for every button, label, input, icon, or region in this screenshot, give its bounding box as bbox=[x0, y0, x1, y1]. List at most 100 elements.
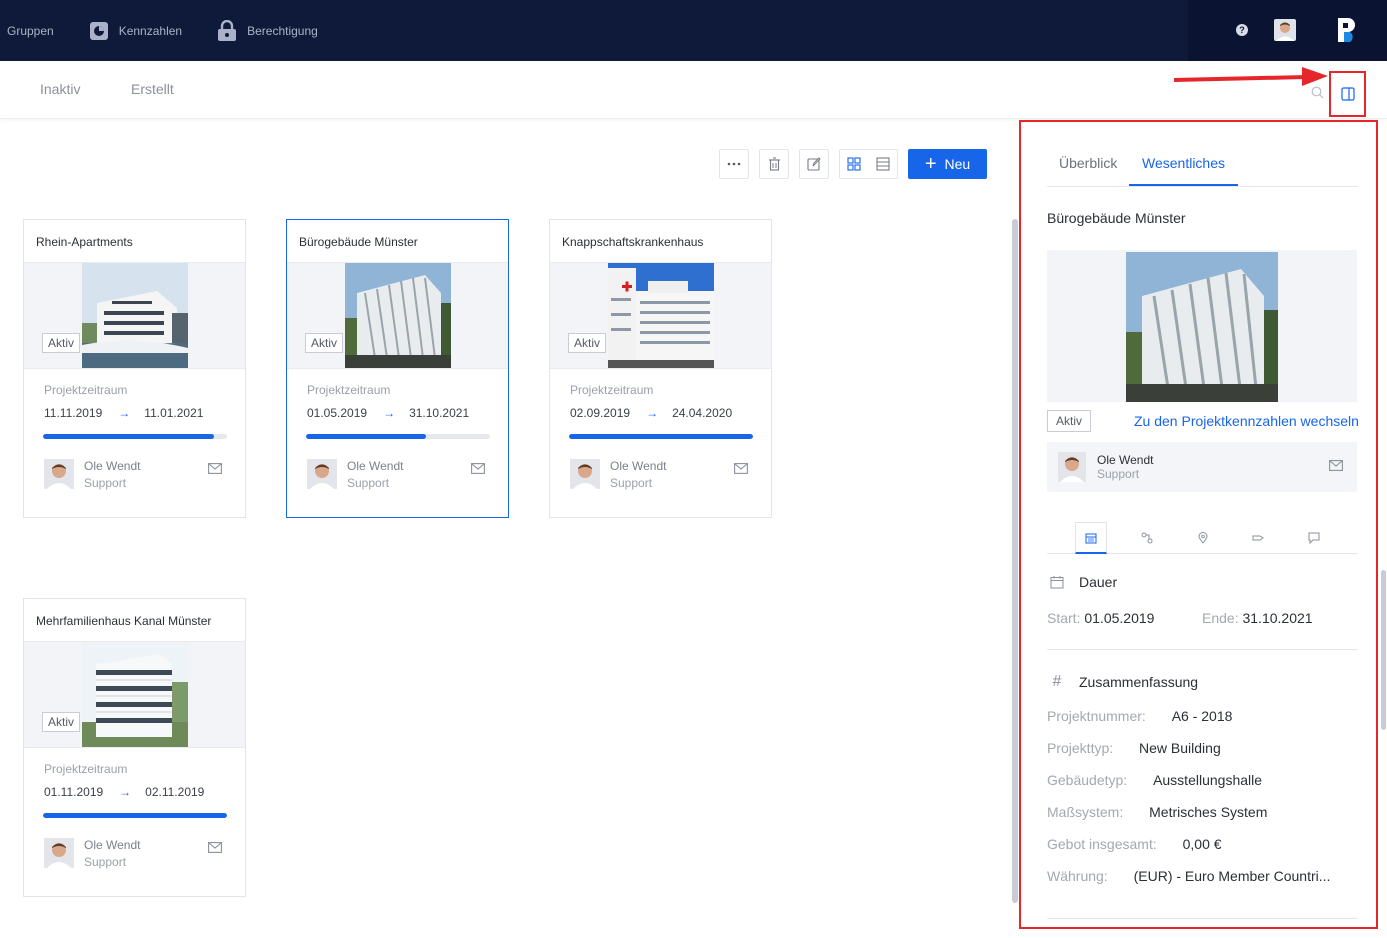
summary-value: 0,00 € bbox=[1182, 836, 1222, 852]
summary-key: Projektnummer: bbox=[1047, 708, 1146, 724]
panel-toggle-button[interactable] bbox=[1329, 71, 1366, 117]
person-role: Support bbox=[347, 476, 390, 490]
card-title: Bürogebäude Münster bbox=[287, 220, 508, 263]
start-field: Start: 01.05.2019 bbox=[1047, 610, 1154, 626]
nav-item-kennzahlen[interactable]: Kennzahlen bbox=[89, 21, 182, 41]
summary-value: Ausstellungshalle bbox=[1153, 772, 1263, 788]
tab-calendar[interactable] bbox=[1075, 522, 1107, 554]
grid-view-icon[interactable] bbox=[847, 157, 861, 171]
tab-connections[interactable] bbox=[1131, 522, 1163, 554]
start-value: 01.05.2019 bbox=[1084, 610, 1155, 626]
hash-icon: # bbox=[1052, 673, 1062, 690]
project-card[interactable]: Rhein-Apartments Aktiv Projektzeitraum 1… bbox=[23, 219, 246, 518]
responsible-person: Ole Wendt Support bbox=[307, 459, 487, 491]
start-date: 02.09.2019 bbox=[570, 406, 631, 420]
nav-item-gruppen[interactable]: Gruppen bbox=[7, 24, 54, 38]
comment-icon bbox=[1308, 532, 1320, 544]
summary-key: Währung: bbox=[1047, 868, 1108, 884]
user-avatar[interactable] bbox=[1274, 19, 1296, 41]
panel-scrollbar[interactable] bbox=[1381, 570, 1386, 730]
progress-bar bbox=[306, 434, 490, 439]
help-icon[interactable]: ? bbox=[1236, 24, 1248, 36]
summary-row: Gebäudetyp: Ausstellungshalle bbox=[1047, 772, 1262, 788]
summary-value: A6 - 2018 bbox=[1171, 708, 1233, 724]
delete-button[interactable] bbox=[759, 149, 789, 179]
tab-erstellt[interactable]: Erstellt bbox=[131, 81, 174, 97]
tab-location[interactable] bbox=[1187, 522, 1219, 554]
panel-tabs: Überblick Wesentliches bbox=[1047, 122, 1358, 187]
person-role: Support bbox=[84, 855, 127, 869]
project-card[interactable]: Bürogebäude Münster Aktiv Projektzeitrau… bbox=[286, 219, 509, 518]
status-badge: Aktiv bbox=[42, 712, 81, 732]
list-view-icon[interactable] bbox=[876, 157, 890, 171]
arrow-right-icon: → bbox=[119, 785, 132, 799]
mail-icon[interactable] bbox=[208, 842, 222, 853]
side-panel-icon bbox=[1340, 87, 1355, 101]
mail-icon[interactable] bbox=[471, 463, 485, 474]
project-image-area bbox=[1047, 250, 1357, 402]
summary-heading: # Zusammenfassung bbox=[1049, 673, 1199, 691]
project-card[interactable]: Mehrfamilienhaus Kanal Münster Aktiv Pro… bbox=[23, 598, 246, 897]
summary-title: Zusammenfassung bbox=[1079, 674, 1199, 690]
person-name: Ole Wendt bbox=[610, 459, 667, 473]
end-label: Ende: bbox=[1202, 610, 1239, 626]
end-date: 11.01.2021 bbox=[144, 406, 204, 420]
project-image bbox=[82, 263, 188, 368]
project-dates: 01.11.2019 → 02.11.2019 bbox=[44, 785, 204, 799]
top-navigation-bar: Gruppen Kennzahlen Berechtigung ? bbox=[0, 0, 1387, 61]
calendar-icon bbox=[1085, 533, 1097, 543]
period-label: Projektzeitraum bbox=[570, 383, 654, 397]
start-label: Start: bbox=[1047, 610, 1081, 626]
arrow-right-icon: → bbox=[646, 406, 659, 420]
more-actions-button[interactable] bbox=[719, 149, 749, 179]
card-image-area: Aktiv bbox=[24, 263, 245, 369]
divider bbox=[1047, 649, 1358, 650]
summary-key: Projekttyp: bbox=[1047, 740, 1114, 756]
person-role: Support bbox=[1097, 467, 1140, 481]
tab-inaktiv[interactable]: Inaktiv bbox=[40, 81, 80, 97]
tab-comments[interactable] bbox=[1298, 522, 1330, 554]
summary-row: Projektnummer: A6 - 2018 bbox=[1047, 708, 1232, 724]
summary-row: Gebot insgesamt: 0,00 € bbox=[1047, 836, 1222, 852]
edit-button[interactable] bbox=[799, 149, 829, 179]
project-dates: 11.11.2019 → 11.01.2021 bbox=[44, 406, 203, 420]
kennzahlen-link[interactable]: Zu den Projektkennzahlen wechseln bbox=[1134, 413, 1359, 429]
project-dates: 01.05.2019 → 31.10.2021 bbox=[307, 406, 469, 420]
person-name: Ole Wendt bbox=[1097, 453, 1154, 467]
project-card[interactable]: Knappschaftskrankenhaus Aktiv Projektzei… bbox=[549, 219, 772, 518]
mail-icon[interactable] bbox=[1329, 460, 1343, 471]
new-project-button[interactable]: + Neu bbox=[908, 149, 987, 179]
status-badge: Aktiv bbox=[568, 333, 607, 353]
project-image bbox=[1126, 252, 1278, 402]
end-date: 31.10.2021 bbox=[409, 406, 470, 420]
summary-key: Maßsystem: bbox=[1047, 804, 1124, 820]
responsible-person: Ole Wendt Support bbox=[44, 838, 224, 870]
mail-icon[interactable] bbox=[734, 463, 748, 474]
start-date: 01.11.2019 bbox=[44, 785, 104, 799]
tab-tags[interactable] bbox=[1242, 522, 1274, 554]
tab-ueberblick[interactable]: Überblick bbox=[1059, 155, 1117, 171]
project-image bbox=[82, 642, 188, 747]
progress-bar bbox=[569, 434, 753, 439]
nav-item-label: Berechtigung bbox=[247, 23, 318, 38]
tag-icon bbox=[1252, 535, 1264, 541]
person-role: Support bbox=[84, 476, 127, 490]
calendar-icon bbox=[1049, 575, 1065, 589]
mail-icon[interactable] bbox=[208, 463, 222, 474]
nav-item-berechtigung[interactable]: Berechtigung bbox=[217, 19, 318, 42]
brand-logo[interactable] bbox=[1336, 16, 1360, 49]
annotation-arrow bbox=[1173, 67, 1328, 86]
progress-fill bbox=[569, 434, 753, 439]
person-name: Ole Wendt bbox=[84, 459, 141, 473]
content-scrollbar[interactable] bbox=[1012, 219, 1018, 903]
summary-row: Projekttyp: New Building bbox=[1047, 740, 1221, 756]
lock-icon bbox=[218, 19, 237, 41]
progress-fill bbox=[43, 434, 215, 439]
period-label: Projektzeitraum bbox=[44, 383, 128, 397]
avatar bbox=[307, 459, 337, 489]
plus-icon: + bbox=[924, 153, 937, 175]
tab-wesentliches[interactable]: Wesentliches bbox=[1142, 155, 1225, 171]
card-title: Knappschaftskrankenhaus bbox=[550, 220, 771, 263]
divider bbox=[1047, 918, 1358, 919]
status-badge: Aktiv bbox=[305, 333, 344, 353]
